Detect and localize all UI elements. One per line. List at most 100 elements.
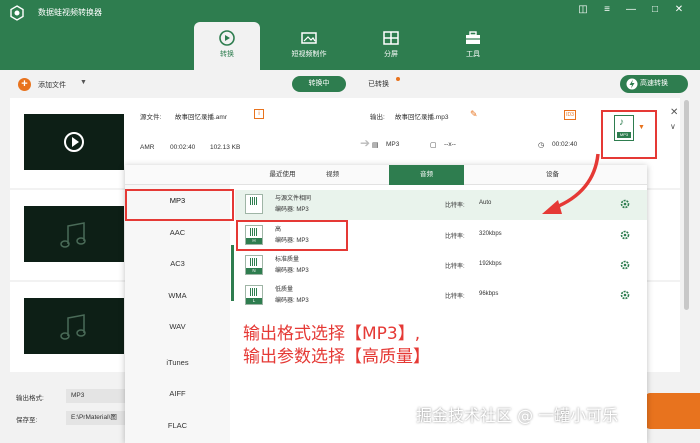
annotation-arrow-icon [542,153,600,214]
gear-icon[interactable] [619,289,631,301]
add-icon[interactable]: + [18,78,31,91]
highlight-format-selector [601,110,657,159]
highlight-high-quality [236,220,348,251]
gear-icon[interactable] [619,259,631,271]
gear-icon[interactable] [619,229,631,241]
preset-bitrate-label: 比特率: [445,234,465,240]
preset-low[interactable]: L 低质量 编码器: MP3 比特率: 96kbps [235,281,647,311]
source-label: 源文件: [140,114,162,121]
tab-convert[interactable]: 转换 [194,22,260,70]
output-filename: 故事回忆录播.mp3 [395,114,449,121]
source-duration: 00:02:40 [170,144,196,151]
format-wma[interactable]: WMA [125,281,230,311]
audio-thumbnail[interactable] [24,298,124,354]
highlight-mp3 [125,189,234,221]
format-wav[interactable]: WAV [125,312,230,342]
fast-convert-button[interactable]: 高速转换 [620,75,688,93]
minimize-icon[interactable]: — [624,4,638,15]
source-format: AMR [140,144,155,151]
new-dot [396,77,400,81]
fast-convert-label: 高速转换 [640,80,668,87]
music-note-icon [60,314,86,340]
tab-split-screen[interactable]: 分屏 [358,22,424,70]
source-size: 102.13 KB [210,144,241,151]
annotation-line-2: 输出参数选择【高质量】 [243,347,430,367]
app-logo-icon [10,5,24,21]
tab-tools-label: 工具 [466,51,480,58]
preset-bitrate-label: 比特率: [445,203,465,209]
file-list-scrollbar[interactable] [684,100,689,310]
preset-name: 低质量 [275,287,294,293]
toolbar: + 添加文件 ▼ 转换中 已转换 高速转换 [0,70,700,98]
expand-icon[interactable]: ∨ [670,122,676,131]
output-resolution: --x-- [444,141,456,148]
tab-convert-label: 转换 [220,51,234,58]
tab-video[interactable]: 视频 [295,165,370,185]
resolution-icon: ▢ [430,142,437,149]
format-aiff[interactable]: AIFF [125,379,230,409]
menu-icon[interactable]: ≡ [600,4,614,15]
lightning-icon [626,78,638,90]
tab-short-video-label: 短视频制作 [291,51,327,58]
format-aac[interactable]: AAC [125,218,230,248]
preset-bitrate-value: Auto [479,200,492,206]
preset-bitrate-label: 比特率: [445,294,465,300]
grid-icon [383,31,399,45]
source-filename: 故事回忆录播.amr [175,114,227,121]
output-format: MP3 [386,141,400,148]
format-ac3[interactable]: AC3 [125,249,230,279]
preset-encoder: 编码器: MP3 [275,207,309,213]
arrow-right-icon: ➔ [360,136,371,150]
tab-split-screen-label: 分屏 [384,51,398,58]
save-to-label: 保存至: [16,417,38,424]
output-format-label: 输出格式: [16,395,44,402]
title-bar: 数据蛙视频转换器 ◫ ≡ — □ ✕ 转换 短视频制作 分屏 工具 [0,0,700,70]
convert-all-button[interactable] [645,393,700,429]
tab-tools[interactable]: 工具 [440,22,506,70]
converted-tab[interactable]: 已转换 [368,79,389,89]
tab-short-video[interactable]: 短视频制作 [276,22,342,70]
tab-audio[interactable]: 音频 [389,165,464,185]
preset-bitrate-value: 192kbps [479,261,502,267]
audio-thumbnail[interactable] [24,206,124,262]
id3-icon[interactable]: ID3 [564,110,576,120]
convert-icon [219,30,235,46]
format-list-scrollbar[interactable] [231,245,234,301]
preset-name: 与源文件相同 [275,196,312,202]
music-note-icon [60,222,86,248]
format-flac[interactable]: FLAC [125,411,230,441]
converting-tab[interactable]: 转换中 [292,76,346,92]
preset-encoder: 编码器: MP3 [275,298,309,304]
edit-icon[interactable]: ✎ [470,109,478,120]
close-window-icon[interactable]: ✕ [672,4,686,15]
watermark: 掘金技术社区 @ 一罐小可乐 [416,406,619,425]
video-thumbnail[interactable] [24,114,124,170]
maximize-icon[interactable]: □ [648,4,662,15]
preset-standard[interactable]: N 标准质量 编码器: MP3 比特率: 192kbps [235,251,647,281]
preset-name: 标准质量 [275,257,300,263]
output-label: 输出: [370,114,385,121]
play-icon[interactable] [64,132,84,152]
toolbox-icon [466,31,480,44]
chevron-down-icon[interactable]: ▼ [80,79,87,86]
gear-icon[interactable] [619,198,631,210]
quality-normal-icon: N [245,255,263,275]
format-itunes[interactable]: iTunes [125,348,230,378]
output-duration: 00:02:40 [552,141,578,148]
preset-bitrate-value: 96kbps [479,291,499,297]
format-list: MP3 AAC AC3 WMA WAV iTunes AIFF FLAC [125,185,230,443]
add-file-button[interactable]: 添加文件 [38,80,66,90]
preset-bitrate-label: 比特率: [445,264,465,270]
preset-encoder: 编码器: MP3 [275,268,309,274]
video-frame-icon [301,32,317,44]
copy-icon [245,194,263,214]
annotation-line-1: 输出格式选择【MP3】, [243,324,421,344]
info-icon[interactable]: i [254,109,264,119]
audio-file-icon: ▤ [372,142,379,149]
preset-bitrate-value: 320kbps [479,231,502,237]
feedback-icon[interactable]: ◫ [576,4,590,15]
app-title: 数据蛙视频转换器 [38,8,102,17]
clock-icon: ◷ [538,142,545,149]
quality-low-icon: L [245,285,263,305]
remove-file-icon[interactable]: ✕ [670,107,678,118]
